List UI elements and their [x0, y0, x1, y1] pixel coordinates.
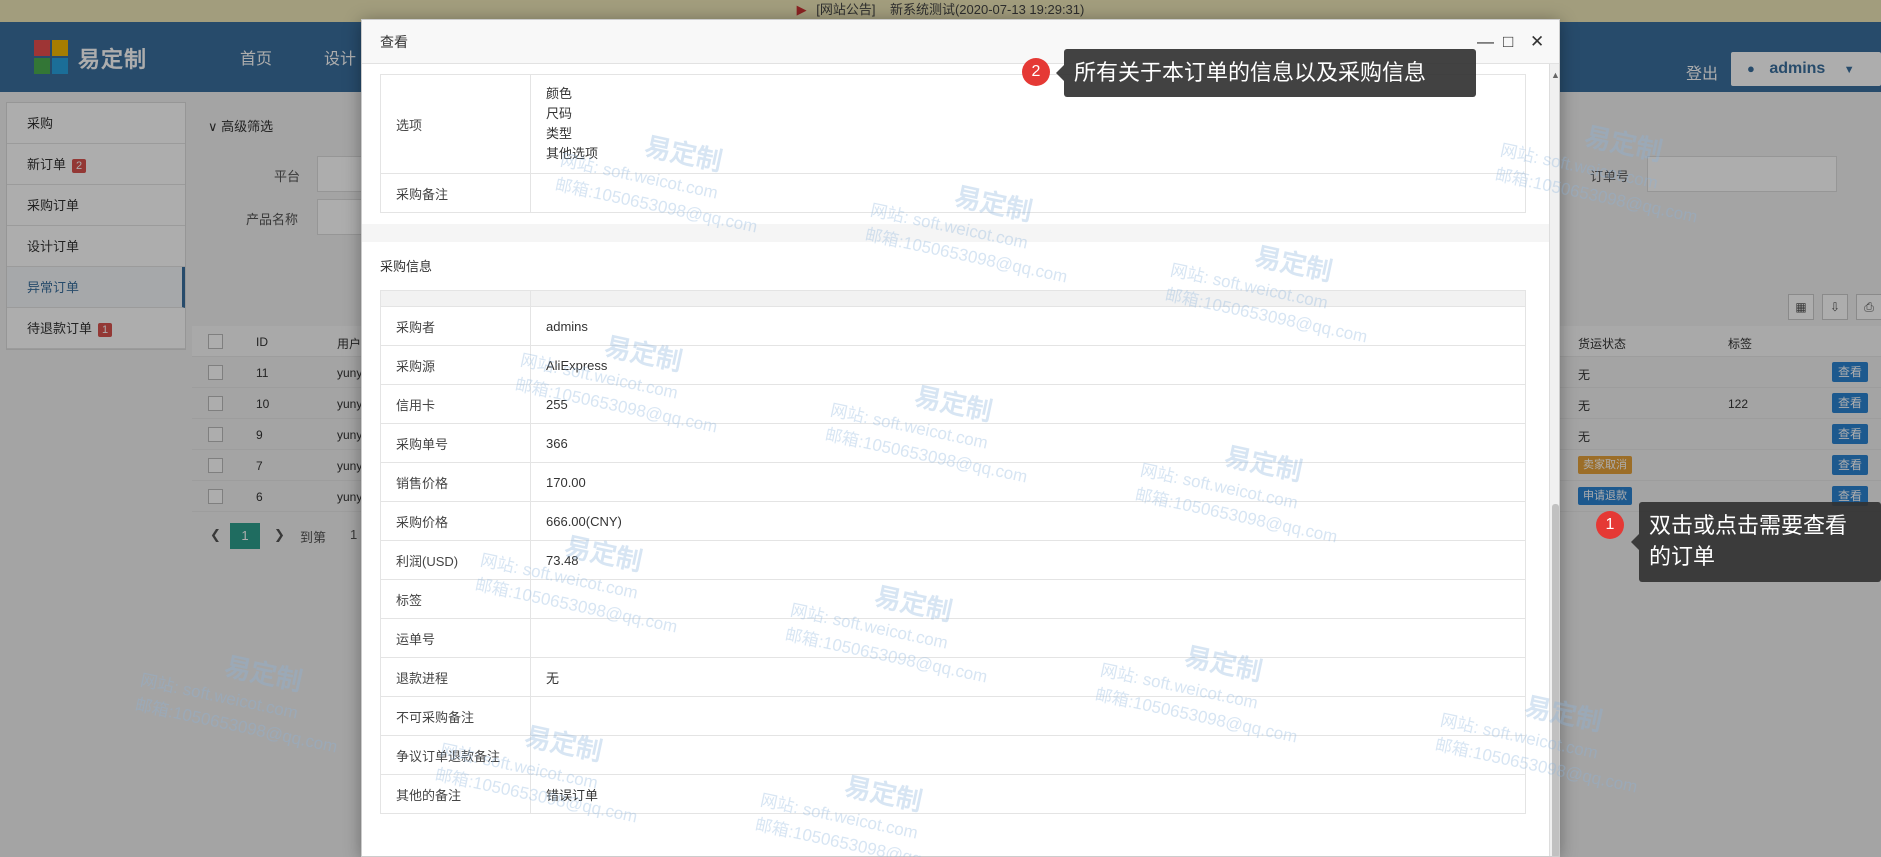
- info-row: 运单号: [380, 619, 1526, 658]
- scroll-up-icon[interactable]: ▲: [1551, 70, 1559, 80]
- info-key: 采购源: [381, 346, 531, 384]
- info-key: 采购单号: [381, 424, 531, 462]
- purchase-info-title: 采购信息: [380, 259, 433, 274]
- info-value: [531, 580, 1525, 618]
- info-row: 争议订单退款备注: [380, 736, 1526, 775]
- purchase-info-panel: 采购信息 采购者 admins 采购源 AliExpress 信用卡 255 采购单号…: [362, 242, 1550, 856]
- info-value: [531, 174, 1525, 212]
- info-row: 利润(USD) 73.48: [380, 541, 1526, 580]
- info-value: 73.48: [546, 552, 579, 568]
- option-size: 尺码: [546, 106, 573, 121]
- minimize-icon[interactable]: —: [1477, 20, 1494, 64]
- info-value: [531, 619, 1525, 657]
- info-value: AliExpress: [546, 357, 608, 373]
- info-key: 采购者: [381, 307, 531, 345]
- info-row: 销售价格 170.00: [380, 463, 1526, 502]
- info-key: 选项: [381, 75, 531, 173]
- info-row: 标签: [380, 580, 1526, 619]
- scroll-thumb[interactable]: [1552, 504, 1559, 856]
- option-type: 类型: [546, 126, 573, 141]
- maximize-icon[interactable]: □: [1503, 20, 1513, 64]
- info-row: 采购单号 366: [380, 424, 1526, 463]
- info-row: 信用卡 255: [380, 385, 1526, 424]
- step-2-marker: 2: [1022, 58, 1050, 86]
- info-row: 采购源 AliExpress: [380, 346, 1526, 385]
- info-key: 利润(USD): [381, 541, 531, 579]
- info-key: 标签: [381, 580, 531, 618]
- info-key: 争议订单退款备注: [381, 736, 531, 774]
- close-icon[interactable]: ✕: [1530, 20, 1544, 64]
- info-key: 销售价格: [381, 463, 531, 501]
- step-1-text-line2: 的订单: [1649, 544, 1716, 569]
- info-row: 退款进程无: [380, 658, 1526, 697]
- step-1-text-line1: 双击或点击需要查看: [1649, 513, 1848, 538]
- info-row: 采购者 admins: [380, 307, 1526, 346]
- info-row-purchase-note: 采购备注: [380, 174, 1526, 213]
- info-value: 170.00: [546, 474, 586, 490]
- info-value: 错误订单: [546, 787, 599, 803]
- info-value: 无: [546, 670, 560, 686]
- info-key: 不可采购备注: [381, 697, 531, 735]
- info-value: [531, 736, 1525, 774]
- info-key: 信用卡: [381, 385, 531, 423]
- info-value: 366: [546, 435, 568, 451]
- info-value: admins: [546, 318, 588, 334]
- modal-body: 选项 颜色 尺码 类型 其他选项 采购备注 采购信息 采购者 admins 采购…: [362, 64, 1550, 856]
- modal-scrollbar[interactable]: ▲: [1549, 64, 1559, 856]
- header-key: [381, 291, 531, 306]
- info-key: 采购价格: [381, 502, 531, 540]
- info-key: 采购备注: [381, 174, 531, 212]
- step-2-tooltip: 所有关于本订单的信息以及采购信息: [1056, 49, 1476, 97]
- step-1-tooltip: 双击或点击需要查看 的订单: [1631, 502, 1881, 582]
- option-other: 其他选项: [546, 146, 599, 161]
- info-row: 采购价格 666.00(CNY): [380, 502, 1526, 541]
- header-value: [531, 291, 1525, 306]
- info-row: 其他的备注 错误订单: [380, 775, 1526, 814]
- order-detail-modal: 查看 — □ ✕ 选项 颜色 尺码 类型 其他选项 采购备注 采购信息 采购者 …: [361, 19, 1560, 857]
- info-row: 不可采购备注: [380, 697, 1526, 736]
- step-1-marker: 1: [1596, 511, 1624, 539]
- info-value: [531, 697, 1525, 735]
- info-key: 其他的备注: [381, 775, 531, 813]
- purchase-info-table: 采购者 admins 采购源 AliExpress 信用卡 255 采购单号 366 销…: [380, 290, 1526, 814]
- modal-title: 查看: [380, 34, 408, 50]
- info-key: 退款进程: [381, 658, 531, 696]
- step-2-text: 所有关于本订单的信息以及采购信息: [1074, 60, 1427, 85]
- info-value: 255: [546, 396, 568, 412]
- info-value: 666.00(CNY): [546, 513, 622, 529]
- table-header: [380, 290, 1526, 307]
- info-key: 运单号: [381, 619, 531, 657]
